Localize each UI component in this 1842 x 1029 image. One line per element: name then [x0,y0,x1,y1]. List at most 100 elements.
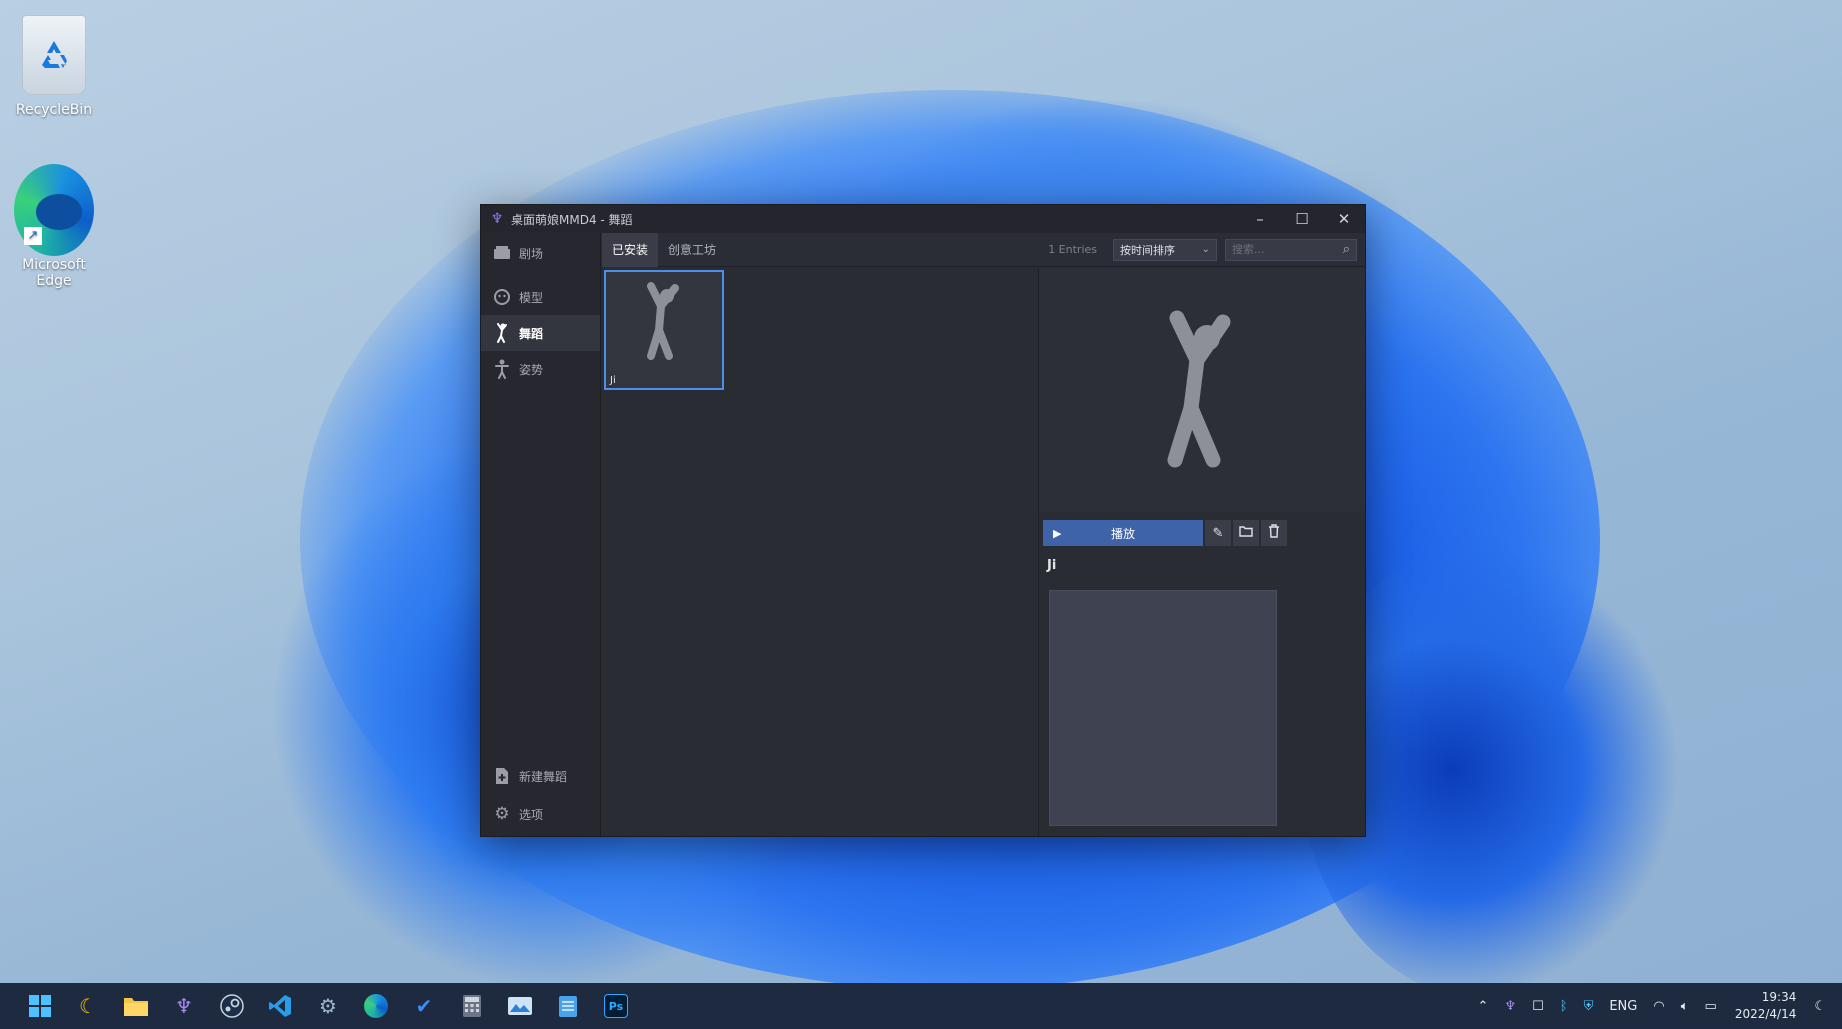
chevron-down-icon: ⌄ [1201,244,1210,255]
delete-button[interactable] [1261,520,1287,546]
desktop-icon-edge[interactable]: ↗ Microsoft Edge [2,164,106,289]
taskbar-app-settings[interactable]: ⚙ [304,983,352,1029]
maximize-button[interactable]: ☐ [1281,205,1323,233]
recycle-bin-icon [22,15,86,95]
gear-icon: ⚙ [494,804,510,824]
dancer-icon [1167,310,1231,468]
sidebar-item-theater[interactable]: 剧场 [481,235,600,271]
new-file-icon [491,765,513,787]
taskbar-app-photos[interactable] [496,983,544,1029]
clock-time: 19:34 [1761,990,1797,1004]
volume-icon[interactable]: 🔈︎ [1681,999,1689,1014]
toolbar: 已安装 创意工坊 1 Entries 按时间排序 ⌄ ⌕ [602,232,1365,267]
search-icon[interactable]: ⌕ [1343,242,1350,257]
taskbar-app-photoshop[interactable]: Ps [592,983,640,1029]
trash-icon [1268,524,1280,542]
taskbar-app-edge[interactable] [352,983,400,1029]
description-box [1049,590,1277,826]
detail-actions: ▶ 播放 ✎ [1043,520,1361,546]
dance-grid: Ji [602,268,1038,836]
dance-preview [1039,268,1365,512]
sidebar-item-dance[interactable]: 舞蹈 [481,315,600,351]
taskbar-app-mmd[interactable]: ♆ [160,983,208,1029]
start-button[interactable] [16,983,64,1029]
sidebar-item-new-dance[interactable]: 新建舞蹈 [481,758,600,794]
windows-icon [29,995,51,1017]
app-logo-icon: ♆ [175,994,193,1018]
detail-panel: ▶ 播放 ✎ Ji [1038,268,1365,836]
wifi-icon[interactable]: ◠ [1653,999,1664,1014]
edit-button[interactable]: ✎ [1205,520,1231,546]
taskbar-app-steam[interactable] [208,983,256,1029]
close-button[interactable]: ✕ [1323,205,1365,233]
title-bar[interactable]: ♆ 桌面萌娘MMD4 - 舞蹈 – ☐ ✕ [481,205,1365,233]
sidebar-item-label: 选项 [519,807,544,822]
taskbar-app-explorer[interactable] [112,983,160,1029]
calculator-icon [463,995,481,1017]
taskbar-app-notepad[interactable] [544,983,592,1029]
photos-icon [508,997,532,1015]
minimize-button[interactable]: – [1239,205,1281,233]
sidebar-item-label: 姿势 [519,362,544,377]
tab-installed[interactable]: 已安装 [602,232,659,267]
sidebar-item-pose[interactable]: 姿势 [481,351,600,387]
vscode-icon [269,995,291,1017]
taskbar-app-todo[interactable]: ✔ [400,983,448,1029]
sidebar-item-label: 剧场 [519,246,544,261]
bluetooth-icon[interactable]: ᛒ [1560,999,1568,1014]
clock[interactable]: 19:34 2022/4/14 [1735,989,1797,1023]
entries-count: 1 Entries [1048,243,1097,256]
desktop-icon-label: Microsoft Edge [22,257,86,289]
edge-icon [364,994,388,1018]
dance-card-label: Ji [610,375,616,386]
desktop-icon-label: RecycleBin [15,102,93,118]
notepad-icon [559,996,577,1017]
checkmark-icon: ✔ [415,994,433,1018]
tab-workshop[interactable]: 创意工坊 [658,233,726,267]
window-title: 桌面萌娘MMD4 - 舞蹈 [511,212,633,227]
sidebar-item-model[interactable]: 模型 [481,279,600,315]
taskbar-app-calculator[interactable] [448,983,496,1029]
search-box[interactable]: ⌕ [1225,238,1357,261]
dance-thumbnail [606,272,722,370]
taskbar: ☾ ♆ ⚙ ✔ Ps ⌃ ♆ ☐ ᛒ ⛨ ENG ◠ 🔈︎ ▭ 19:34 20… [0,983,1842,1029]
photoshop-icon: Ps [604,994,628,1018]
model-icon [491,286,513,308]
sort-value: 按时间排序 [1120,243,1175,257]
sort-dropdown[interactable]: 按时间排序 ⌄ [1113,238,1217,261]
sidebar: 剧场 模型 舞蹈 姿势 新建舞蹈 ⚙ 选项 [481,233,601,836]
dance-card[interactable]: Ji [604,270,724,390]
steam-icon [220,994,244,1018]
sidebar-item-label: 新建舞蹈 [519,769,568,784]
pose-icon [491,358,513,380]
shortcut-arrow-icon: ↗ [24,227,42,245]
taskbar-app-moon[interactable]: ☾ [64,983,112,1029]
sidebar-bottom: 新建舞蹈 ⚙ 选项 [481,758,600,836]
window-icon[interactable]: ☐ [1532,999,1544,1014]
app-window: ♆ 桌面萌娘MMD4 - 舞蹈 – ☐ ✕ 剧场 模型 舞蹈 姿势 新建舞蹈 ⚙… [480,204,1366,837]
play-button-label: 播放 [1110,526,1135,541]
clock-date: 2022/4/14 [1734,1007,1797,1021]
search-input[interactable] [1232,243,1332,256]
desktop-icon-recycle-bin[interactable]: RecycleBin [2,10,106,118]
play-button[interactable]: ▶ 播放 [1043,520,1203,546]
dancer-icon [647,282,679,360]
folder-icon [1239,525,1253,541]
chevron-up-icon[interactable]: ⌃ [1478,999,1489,1014]
sidebar-item-label: 舞蹈 [519,326,544,341]
security-icon[interactable]: ⛨ [1584,999,1594,1014]
folder-icon [124,998,148,1016]
taskbar-app-vscode[interactable] [256,983,304,1029]
theater-icon [491,242,513,264]
app-logo-icon[interactable]: ♆ [1504,999,1516,1014]
sidebar-item-label: 模型 [519,290,544,305]
moon-icon[interactable]: ☾ [1814,999,1826,1014]
system-tray: ⌃ ♆ ☐ ᛒ ⛨ ENG ◠ 🔈︎ ▭ 19:34 2022/4/14 ☾ [1470,989,1842,1023]
language-indicator[interactable]: ENG [1609,999,1637,1014]
open-folder-button[interactable] [1233,520,1259,546]
battery-icon[interactable]: ▭ [1705,999,1717,1014]
dance-icon [491,322,513,344]
sidebar-item-options[interactable]: ⚙ 选项 [481,796,600,832]
pencil-icon: ✎ [1212,525,1224,541]
app-logo-icon: ♆ [490,211,504,227]
